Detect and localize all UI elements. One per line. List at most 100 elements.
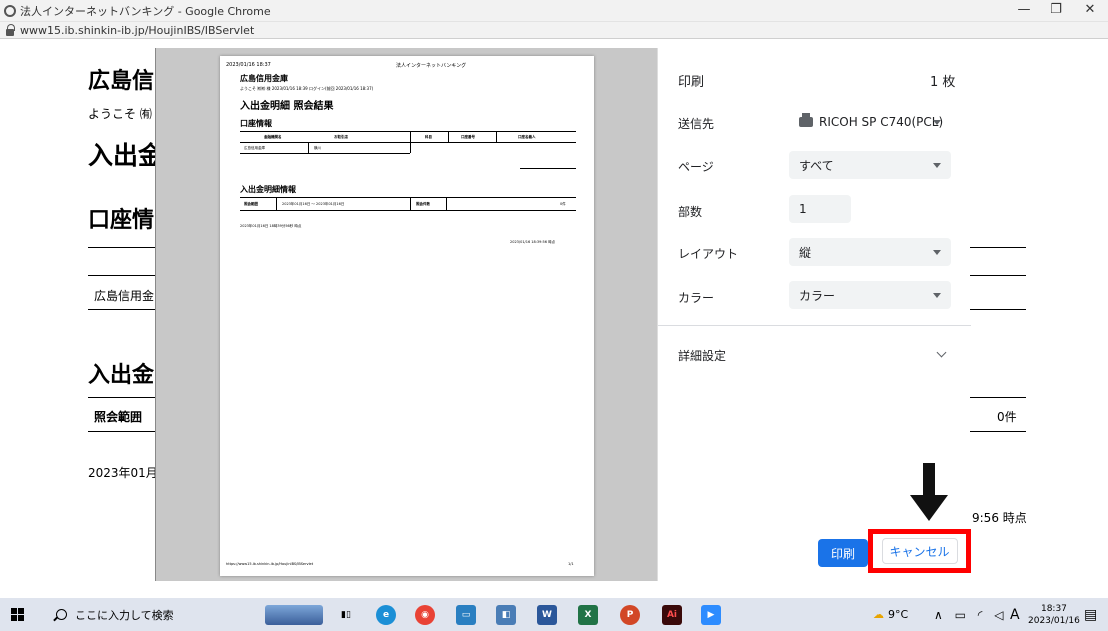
preview-footer-page: 1/1 xyxy=(568,562,574,566)
col-holder: 口座名義人 xyxy=(518,135,536,139)
layout-select[interactable]: 縦 xyxy=(789,238,951,266)
table-vline xyxy=(276,197,277,210)
table-line xyxy=(240,142,576,143)
welcome-text: ようこそ ㈲ xyxy=(88,107,152,121)
preview-asof: 2023年01月16日 18時39分56秒 時点 xyxy=(240,224,302,228)
preview-account-section: 口座情報 xyxy=(240,119,272,128)
printer-icon xyxy=(799,113,813,127)
chevron-down-icon xyxy=(933,120,941,125)
divider xyxy=(970,275,1026,276)
search-placeholder: ここに入力して検索 xyxy=(75,608,174,622)
close-button[interactable]: ✕ xyxy=(1076,2,1104,17)
pages-label: ページ xyxy=(678,160,714,174)
news-widget-icon[interactable] xyxy=(265,605,323,625)
table-vline xyxy=(410,197,411,210)
table-line xyxy=(240,131,576,132)
col-branch: お取引店 xyxy=(334,135,348,139)
sheet-count: 1 枚 xyxy=(930,75,956,90)
search-icon xyxy=(56,609,67,620)
col-type: 科目 xyxy=(425,135,432,139)
system-tray-icons[interactable]: ∧ ▭ ◜ ◁ xyxy=(934,598,1007,631)
account-heading: 口座情 xyxy=(88,208,155,233)
table-line xyxy=(240,197,576,198)
file-explorer-icon[interactable]: ▭ xyxy=(456,605,476,625)
time-text: 9:56 時点 xyxy=(972,511,1027,525)
layout-value: 縦 xyxy=(799,245,812,260)
preview-asof-right: 2023/01/16 18:39:56 時点 xyxy=(510,240,556,244)
col-bank: 金融機関名 xyxy=(264,135,282,139)
clock-time: 18:37 xyxy=(1040,603,1067,614)
col-number: 口座番号 xyxy=(461,135,475,139)
preview-count-value: 0件 xyxy=(560,202,566,206)
pages-value: すべて xyxy=(799,158,834,173)
chrome-taskbar-icon[interactable]: ◉ xyxy=(415,605,435,625)
word-icon[interactable]: W xyxy=(537,605,557,625)
cell-bank: 広島信用金庫 xyxy=(244,146,265,150)
cell-branch: 横川 xyxy=(314,146,321,150)
advanced-settings-toggle[interactable]: 詳細設定 xyxy=(678,347,726,364)
ime-indicator[interactable]: A xyxy=(1010,598,1020,631)
browser-titlebar: 法人インターネットバンキング - Google Chrome — ❐ ✕ xyxy=(0,0,1108,22)
clock[interactable]: 18:37 2023/01/16 xyxy=(1028,598,1080,631)
divider xyxy=(970,309,1026,310)
zoom-icon[interactable]: ▶ xyxy=(701,605,721,625)
edge-icon[interactable]: e xyxy=(376,605,396,625)
preview-title: 入出金明細 照会結果 xyxy=(240,101,334,112)
chevron-down-icon xyxy=(933,293,941,298)
windows-start-icon[interactable] xyxy=(11,608,24,621)
settings-divider xyxy=(658,325,971,326)
table-vline xyxy=(410,131,411,153)
preview-detail-section: 入出金明細情報 xyxy=(240,185,296,194)
table-vline xyxy=(496,131,497,142)
print-button[interactable]: 印刷 xyxy=(818,539,868,567)
divider xyxy=(970,397,1026,398)
preview-count-label: 照会件数 xyxy=(416,202,430,206)
print-preview-area: 2023/01/16 18:37 法人インターネットバンキング 広島信用金庫 よ… xyxy=(155,48,657,581)
table-line xyxy=(240,210,576,211)
maximize-button[interactable]: ❐ xyxy=(1042,2,1070,17)
divider xyxy=(88,431,158,432)
lock-icon xyxy=(6,23,15,36)
preview-welcome: ようこそ ㈲㈲ 様 2023/01/16 18:39 ログイン(前回 2023/… xyxy=(240,86,374,91)
table-vline xyxy=(308,142,309,153)
destination-label: 送信先 xyxy=(678,117,715,131)
address-bar[interactable]: www15.ib.shinkin-ib.jp/HoujinIBS/IBServl… xyxy=(0,22,1108,39)
annotation-arrow-icon xyxy=(910,463,948,521)
weather-icon: ☁ xyxy=(873,608,884,621)
divider xyxy=(970,431,1026,432)
table-vline xyxy=(448,131,449,142)
divider xyxy=(970,247,1026,248)
preview-range-value: 2023年01月16日 〜 2023年01月16日 xyxy=(282,202,345,206)
illustrator-icon[interactable]: Ai xyxy=(662,605,682,625)
color-value: カラー xyxy=(799,288,836,303)
copies-value: 1 xyxy=(799,202,807,216)
weather-widget[interactable]: ☁ 9°C xyxy=(873,598,908,631)
clock-date: 2023/01/16 xyxy=(1028,615,1080,626)
excel-icon[interactable]: X xyxy=(578,605,598,625)
chevron-down-icon xyxy=(933,250,941,255)
table-line xyxy=(240,153,410,154)
minimize-button[interactable]: — xyxy=(1010,2,1038,17)
destination-value: RICOH SP C740(PCL) xyxy=(819,115,944,129)
copies-input[interactable]: 1 xyxy=(789,195,851,223)
taskbar-search[interactable]: ここに入力して検索 xyxy=(40,598,220,631)
pages-select[interactable]: すべて xyxy=(789,151,951,179)
url-text[interactable]: www15.ib.shinkin-ib.jp/HoujinIBS/IBServl… xyxy=(20,24,254,37)
layout-label: レイアウト xyxy=(678,247,739,261)
preview-footer-url: https://www15.ib.shinkin-ib.jp/HoujinIBS… xyxy=(226,562,314,566)
color-select[interactable]: カラー xyxy=(789,281,951,309)
range-label: 照会範囲 xyxy=(94,410,143,424)
preview-bank-name: 広島信用金庫 xyxy=(240,74,288,83)
preview-page: 2023/01/16 18:37 法人インターネットバンキング 広島信用金庫 よ… xyxy=(220,56,594,576)
detail-heading: 入出金 xyxy=(88,363,155,388)
notification-icon[interactable]: ▤ xyxy=(1084,598,1097,631)
app-icon[interactable]: ◧ xyxy=(496,605,516,625)
date-text: 2023年01月: xyxy=(88,466,162,480)
task-view-icon[interactable]: ▮▯ xyxy=(336,605,356,625)
destination-select[interactable]: RICOH SP C740(PCL) xyxy=(789,108,951,136)
table-vline xyxy=(446,197,447,210)
powerpoint-icon[interactable]: P xyxy=(620,605,640,625)
cancel-button[interactable]: キャンセル xyxy=(881,538,958,564)
taskbar: ここに入力して検索 ▮▯ e ◉ ▭ ◧ W X P Ai ▶ ☁ 9°C ∧ … xyxy=(0,598,1108,631)
expand-icon[interactable] xyxy=(936,347,947,358)
